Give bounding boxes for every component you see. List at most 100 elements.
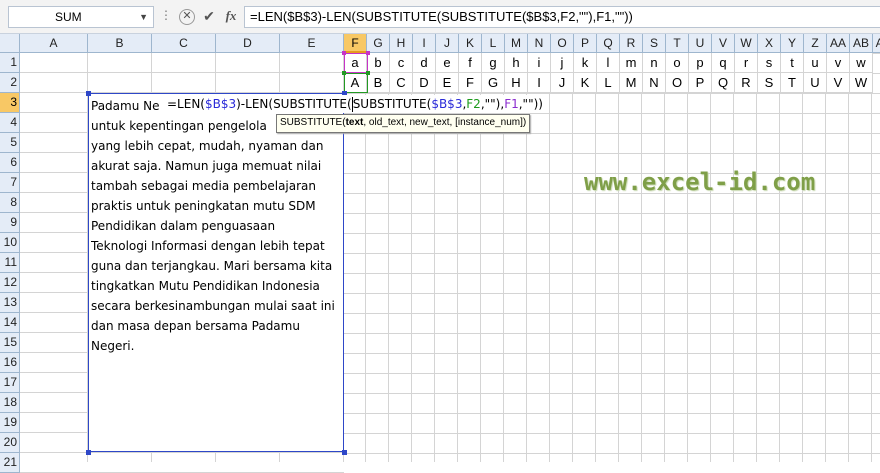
cell-s1[interactable]: n [643,53,666,73]
cell-r1[interactable]: m [620,53,643,73]
cell-aa1[interactable]: v [827,53,850,73]
cell-x2[interactable]: S [758,73,781,93]
row-header-12[interactable]: 12 [0,273,20,293]
column-header-f[interactable]: F [344,34,367,53]
cell-m2[interactable]: H [505,73,528,93]
row-header-4[interactable]: 4 [0,113,20,133]
resize-handle[interactable] [342,71,346,75]
column-header-n[interactable]: N [528,34,551,53]
cell-j1[interactable]: e [436,53,459,73]
cell-aa2[interactable]: V [827,73,850,93]
resize-handle[interactable] [342,450,347,455]
row-header-16[interactable]: 16 [0,353,20,373]
cell-h2[interactable]: C [390,73,413,93]
column-header-v[interactable]: V [712,34,735,53]
column-header-x[interactable]: X [758,34,781,53]
column-header-m[interactable]: M [505,34,528,53]
row-header-17[interactable]: 17 [0,373,20,393]
cell-i2[interactable]: D [413,73,436,93]
cell-o1[interactable]: j [551,53,574,73]
column-header-d[interactable]: D [216,34,280,53]
cell-n2[interactable]: I [528,73,551,93]
cell-p2[interactable]: K [574,73,597,93]
column-header-h[interactable]: H [390,34,413,53]
resize-handle[interactable] [366,51,370,55]
column-header-p[interactable]: P [574,34,597,53]
row-header-5[interactable]: 5 [0,133,20,153]
row-header-11[interactable]: 11 [0,253,20,273]
column-header-s[interactable]: S [643,34,666,53]
name-box[interactable]: SUM ▼ [8,6,154,28]
row-header-9[interactable]: 9 [0,213,20,233]
cell-ab2[interactable]: W [850,73,873,93]
cell-s2[interactable]: N [643,73,666,93]
cell-n1[interactable]: i [528,53,551,73]
cell-v1[interactable]: q [712,53,735,73]
cell-o2[interactable]: J [551,73,574,93]
column-header-r[interactable]: R [620,34,643,53]
in-cell-formula-editor[interactable]: =LEN($B$3)-LEN(SUBSTITUTE(SUBSTITUTE($B$… [167,95,547,113]
column-header-ac[interactable]: AC [873,34,880,53]
cell-z2[interactable]: U [804,73,827,93]
row-header-8[interactable]: 8 [0,193,20,213]
column-header-o[interactable]: O [551,34,574,53]
cell-u2[interactable]: P [689,73,712,93]
cell-g2[interactable]: B [367,73,390,93]
row-header-18[interactable]: 18 [0,393,20,413]
cell-l2[interactable]: G [482,73,505,93]
resize-handle[interactable] [366,71,370,75]
column-header-y[interactable]: Y [781,34,804,53]
resize-handle[interactable] [342,51,346,55]
row-header-7[interactable]: 7 [0,173,20,193]
column-header-z[interactable]: Z [804,34,827,53]
row-header-2[interactable]: 2 [0,73,20,93]
resize-handle[interactable] [86,450,91,455]
cell-h1[interactable]: c [390,53,413,73]
cell-l1[interactable]: g [482,53,505,73]
cell-v2[interactable]: Q [712,73,735,93]
column-header-k[interactable]: K [459,34,482,53]
check-icon[interactable]: ✔ [200,7,218,25]
insert-function-button[interactable]: fx [222,7,240,25]
chevron-down-icon[interactable]: ▼ [139,7,148,27]
column-header-a[interactable]: A [20,34,88,53]
column-header-aa[interactable]: AA [827,34,850,53]
row-header-1[interactable]: 1 [0,53,20,73]
column-header-g[interactable]: G [367,34,390,53]
row-header-20[interactable]: 20 [0,433,20,453]
cell-w1[interactable]: r [735,53,758,73]
cell-t2[interactable]: O [666,73,689,93]
column-header-j[interactable]: J [436,34,459,53]
cell-r2[interactable]: M [620,73,643,93]
cell-p1[interactable]: k [574,53,597,73]
function-tooltip[interactable]: SUBSTITUTE(text, old_text, new_text, [in… [276,114,531,133]
column-header-u[interactable]: U [689,34,712,53]
cell-x1[interactable]: s [758,53,781,73]
row-header-13[interactable]: 13 [0,293,20,313]
cell-k1[interactable]: f [459,53,482,73]
cell-t1[interactable]: o [666,53,689,73]
cell-y2[interactable]: T [781,73,804,93]
row-header-21[interactable]: 21 [0,453,20,473]
close-icon[interactable]: ✕ [179,9,195,25]
cell-u1[interactable]: p [689,53,712,73]
select-all-corner[interactable] [0,34,20,53]
formula-input[interactable]: =LEN($B$3)-LEN(SUBSTITUTE(SUBSTITUTE($B$… [244,6,880,28]
column-header-t[interactable]: T [666,34,689,53]
cell-i1[interactable]: d [413,53,436,73]
column-header-b[interactable]: B [88,34,152,53]
cell-ab1[interactable]: w [850,53,873,73]
row-header-10[interactable]: 10 [0,233,20,253]
cell-w2[interactable]: R [735,73,758,93]
column-header-i[interactable]: I [413,34,436,53]
column-header-ab[interactable]: AB [850,34,873,53]
cell-b3-text[interactable]: Padamu Ne untuk kepentingan pengelola yan… [88,93,344,452]
cell-k2[interactable]: F [459,73,482,93]
column-header-l[interactable]: L [482,34,505,53]
cell-z1[interactable]: u [804,53,827,73]
row-header-14[interactable]: 14 [0,313,20,333]
cell-y1[interactable]: t [781,53,804,73]
cell-m1[interactable]: h [505,53,528,73]
column-header-c[interactable]: C [152,34,216,53]
column-header-e[interactable]: E [280,34,344,53]
